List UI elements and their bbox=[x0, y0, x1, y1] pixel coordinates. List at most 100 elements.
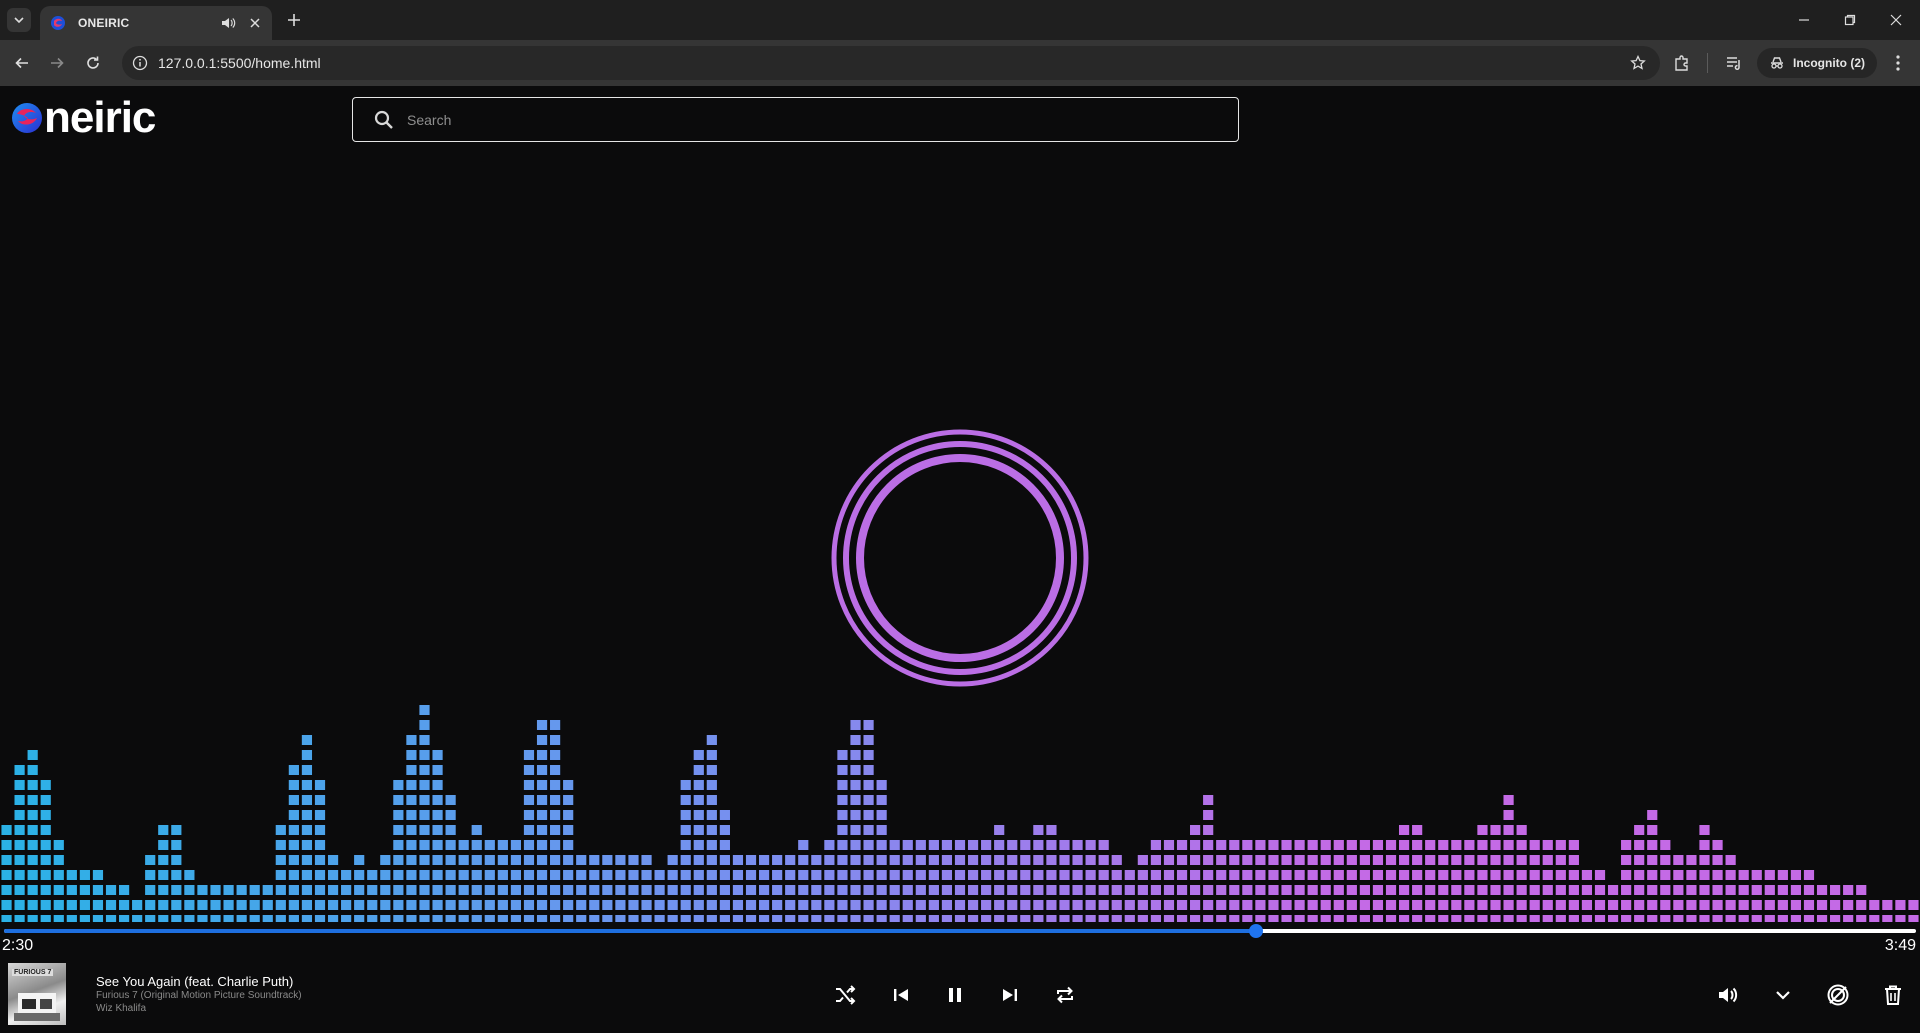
visualizer-cell bbox=[27, 885, 38, 895]
visualizer-cell bbox=[354, 855, 365, 865]
visualizer-cell bbox=[772, 855, 783, 865]
visualizer-cell bbox=[53, 885, 64, 895]
visualizer-cell bbox=[1751, 885, 1762, 895]
visualizer-cell bbox=[1320, 915, 1331, 922]
browser-tab[interactable]: ONEIRIC bbox=[40, 6, 272, 40]
visualizer-cell bbox=[419, 810, 430, 820]
visualizer-bar bbox=[92, 870, 104, 922]
close-window-button[interactable] bbox=[1884, 8, 1908, 32]
visualizer-cell bbox=[393, 810, 404, 820]
visualizer-bar bbox=[1111, 855, 1122, 922]
visualizer-cell bbox=[27, 750, 38, 760]
bookmark-star-icon[interactable] bbox=[1630, 55, 1646, 71]
visualizer-cell bbox=[158, 855, 169, 865]
visualizer-cell bbox=[1856, 915, 1867, 922]
track-title[interactable]: See You Again (feat. Charlie Puth) bbox=[96, 974, 293, 989]
visualizer-bar bbox=[458, 840, 469, 922]
minimize-button[interactable] bbox=[1792, 8, 1816, 32]
track-album[interactable]: Furious 7 (Original Motion Picture Sound… bbox=[96, 990, 302, 1001]
visualizer-cell bbox=[132, 900, 143, 910]
visualizer-cell bbox=[1516, 870, 1527, 880]
visualizer-cell bbox=[314, 855, 326, 865]
visualizer-cell bbox=[27, 870, 38, 880]
visualizer-cell bbox=[628, 915, 639, 922]
visualizer-cell bbox=[1242, 855, 1253, 865]
visualizer-cell bbox=[1203, 900, 1214, 910]
visualizer-cell bbox=[158, 870, 169, 880]
visualizer-bar bbox=[994, 825, 1005, 922]
visualizer-bar bbox=[1242, 840, 1253, 922]
volume-button[interactable] bbox=[1716, 982, 1742, 1008]
visualizer-cell bbox=[536, 795, 548, 805]
visualizer-cell bbox=[406, 750, 417, 760]
collapse-button[interactable] bbox=[1770, 982, 1796, 1008]
visualizer-cell bbox=[288, 765, 299, 775]
delete-button[interactable] bbox=[1880, 982, 1906, 1008]
visualizer-cell bbox=[1568, 885, 1579, 895]
visualizer-cell bbox=[262, 900, 273, 910]
album-cover[interactable]: FURIOUS 7 bbox=[8, 963, 66, 1025]
visualizer-cell bbox=[275, 855, 286, 865]
visualizer-cell bbox=[1503, 855, 1514, 865]
reload-button[interactable] bbox=[81, 51, 105, 75]
repeat-button[interactable] bbox=[1052, 982, 1078, 1008]
visualizer-cell bbox=[1150, 885, 1162, 895]
visualizer-cell bbox=[785, 885, 796, 895]
visualizer-cell bbox=[1333, 885, 1344, 895]
visualizer-bar bbox=[445, 795, 456, 922]
visualizer-cell bbox=[1059, 870, 1070, 880]
visualizer-cell bbox=[876, 840, 887, 850]
visualizer-cell bbox=[850, 735, 861, 745]
restore-button[interactable] bbox=[1838, 8, 1862, 32]
visualizer-cell bbox=[1033, 870, 1044, 880]
visualizer-cell bbox=[837, 840, 848, 850]
search-bar[interactable] bbox=[352, 97, 1239, 142]
visualizer-cell bbox=[641, 870, 652, 880]
search-input[interactable] bbox=[407, 98, 1238, 141]
visualizer-cell bbox=[602, 900, 613, 910]
visualizer-cell bbox=[1176, 900, 1188, 910]
track-artist[interactable]: Wiz Khalifa bbox=[96, 1003, 146, 1014]
next-button[interactable] bbox=[997, 982, 1023, 1008]
visualizer-cell bbox=[1516, 855, 1527, 865]
visualizer-bar bbox=[1686, 855, 1697, 922]
visualizer-cell bbox=[327, 885, 339, 895]
browser-menu-button[interactable] bbox=[1888, 53, 1908, 73]
back-button[interactable] bbox=[10, 51, 34, 75]
shuffle-button[interactable] bbox=[832, 982, 858, 1008]
previous-button[interactable] bbox=[888, 982, 914, 1008]
seek-bar[interactable] bbox=[0, 924, 1920, 938]
tab-list-button[interactable] bbox=[7, 8, 31, 32]
visualizer-cell bbox=[301, 780, 313, 790]
pause-button[interactable] bbox=[942, 982, 968, 1008]
visualizer-cell bbox=[1490, 900, 1501, 910]
speaker-icon[interactable] bbox=[220, 15, 236, 31]
visualizer-bar bbox=[1190, 825, 1201, 922]
visualizer-cell bbox=[1647, 870, 1658, 880]
incognito-badge[interactable]: Incognito (2) bbox=[1757, 48, 1877, 78]
address-bar[interactable]: 127.0.0.1:5500/home.html bbox=[122, 46, 1660, 80]
visualizer-cell bbox=[850, 840, 861, 850]
forward-button[interactable] bbox=[45, 51, 69, 75]
new-tab-button[interactable] bbox=[284, 10, 304, 30]
visualizer-cell bbox=[1816, 885, 1828, 895]
visualizer-toggle-button[interactable] bbox=[1825, 982, 1851, 1008]
visualizer-cell bbox=[693, 780, 704, 790]
visualizer-cell bbox=[301, 885, 313, 895]
seek-thumb[interactable] bbox=[1249, 924, 1264, 938]
info-icon[interactable] bbox=[132, 55, 148, 71]
visualizer-cell bbox=[1255, 855, 1266, 865]
media-queue-icon bbox=[1727, 57, 1740, 70]
extensions-button[interactable] bbox=[1672, 53, 1692, 73]
visualizer-cell bbox=[1634, 840, 1645, 850]
visualizer-cell bbox=[1660, 855, 1671, 865]
app-logo[interactable]: neiric bbox=[10, 96, 156, 140]
visualizer-cell bbox=[680, 885, 691, 895]
visualizer-cell bbox=[1516, 825, 1527, 835]
visualizer-cell bbox=[27, 810, 38, 820]
close-tab-icon[interactable] bbox=[248, 16, 262, 30]
visualizer-cell bbox=[14, 810, 25, 820]
visualizer-cell bbox=[158, 885, 169, 895]
media-control-button[interactable] bbox=[1724, 53, 1744, 73]
visualizer-cell bbox=[706, 870, 717, 880]
